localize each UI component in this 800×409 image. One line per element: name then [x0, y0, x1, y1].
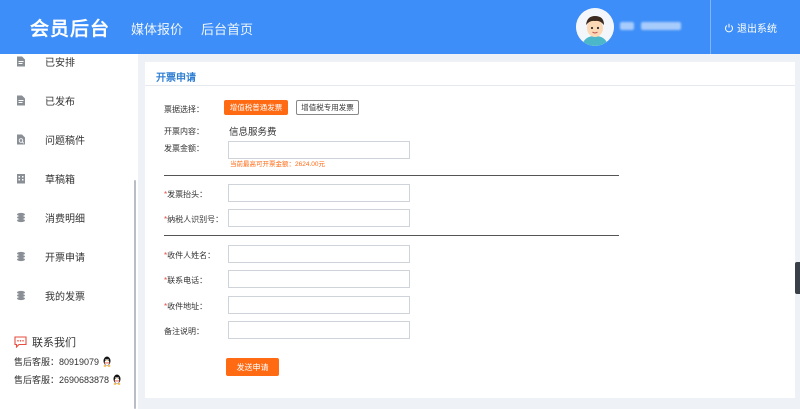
- avatar[interactable]: [576, 8, 614, 46]
- account-obscured: [641, 22, 681, 30]
- amount-hint: 当前最高可开票金额：2624.00元: [230, 161, 325, 168]
- sidebar-item-label: 已发布: [45, 96, 75, 108]
- invoice-type-normal-button[interactable]: 增值税普通发票: [224, 100, 288, 115]
- header-divider: [710, 0, 711, 54]
- chat-bubble-icon: [14, 336, 27, 348]
- invoice-type-special-button[interactable]: 增值税专用发票: [296, 100, 359, 115]
- coins-icon: [17, 290, 25, 300]
- building-icon: [17, 173, 25, 183]
- document-search-icon: [17, 134, 25, 144]
- nav-dashboard-home[interactable]: 后台首页: [201, 19, 253, 38]
- invoice-type-label: 票据选择：: [164, 105, 204, 114]
- invoice-content-label: 开票内容：: [164, 127, 204, 136]
- note-input[interactable]: [228, 321, 410, 339]
- side-tab-handle[interactable]: [795, 262, 800, 294]
- document-icon: [17, 56, 25, 66]
- sidebar-item-label: 草稿箱: [45, 174, 75, 186]
- contact-title: 联系我们: [14, 334, 134, 350]
- username-obscured: [620, 22, 634, 30]
- tax-id-label: *纳税人识别号：: [164, 215, 224, 224]
- contact-section: 联系我们 售后客服：80919079 售后客服：2690683878: [14, 334, 134, 386]
- nav-media-quote[interactable]: 媒体报价: [131, 19, 183, 38]
- contact-title-label: 联系我们: [32, 337, 76, 349]
- power-icon: [725, 23, 733, 32]
- section-divider-1: [164, 175, 619, 176]
- sidebar-item-label: 开票申请: [45, 252, 85, 264]
- support-qq-1: 售后客服：80919079: [14, 355, 134, 368]
- tax-id-input[interactable]: [228, 209, 410, 227]
- invoice-amount-input[interactable]: [228, 141, 410, 159]
- brand-title: 会员后台: [30, 19, 111, 40]
- support-qq-1-text: 售后客服：80919079: [14, 357, 100, 367]
- sidebar-item-label: 问题稿件: [45, 135, 85, 147]
- phone-input[interactable]: [228, 270, 410, 288]
- coins-icon: [17, 212, 25, 222]
- top-header: 会员后台 媒体报价 后台首页 退出系统: [0, 0, 800, 54]
- address-label: *收件地址：: [164, 302, 208, 311]
- recipient-name-label: *收件人姓名：: [164, 251, 216, 260]
- invoice-content-value: 信息服务费: [229, 127, 277, 138]
- section-divider-2: [164, 235, 619, 236]
- support-qq-2: 售后客服：2690683878: [14, 373, 134, 386]
- recipient-name-input[interactable]: [228, 245, 410, 263]
- sidebar-item-invoice-apply[interactable]: 开票申请: [0, 243, 138, 269]
- panel-title: 开票申请: [156, 73, 196, 84]
- submit-button[interactable]: 发送申请: [226, 358, 279, 376]
- panel-title-divider: [145, 85, 795, 86]
- support-qq-2-text: 售后客服：2690683878: [14, 375, 110, 385]
- coins-icon: [17, 251, 25, 261]
- qq-penguin-icon[interactable]: [102, 356, 112, 367]
- document-icon: [17, 95, 25, 105]
- invoice-form-panel: 开票申请 票据选择： 增值税普通发票 增值税专用发票 开票内容： 信息服务费 发…: [145, 62, 795, 398]
- note-label: 备注说明：: [164, 327, 204, 336]
- logout-label: 退出系统: [737, 24, 777, 35]
- qq-penguin-icon[interactable]: [112, 374, 122, 385]
- sidebar-item-my-invoices[interactable]: 我的发票: [0, 282, 138, 308]
- top-nav: 媒体报价 后台首页: [131, 19, 253, 38]
- address-input[interactable]: [228, 296, 410, 314]
- sidebar-item-drafts[interactable]: 草稿箱: [0, 165, 138, 191]
- logout-button[interactable]: 退出系统: [724, 20, 777, 35]
- sidebar-item-label: 已安排: [45, 57, 75, 69]
- invoice-amount-label: 发票金额：: [164, 144, 204, 153]
- sidebar-item-problem-drafts[interactable]: 问题稿件: [0, 126, 138, 152]
- sidebar-item-published[interactable]: 已发布: [0, 87, 138, 113]
- invoice-title-label: *发票抬头：: [164, 190, 208, 199]
- sidebar-item-label: 我的发票: [45, 291, 85, 303]
- sidebar-item-label: 消费明细: [45, 213, 85, 225]
- sidebar-item-scheduled[interactable]: 已安排: [0, 48, 138, 74]
- phone-label: *联系电话：: [164, 276, 208, 285]
- sidebar-scrollbar[interactable]: [134, 180, 136, 409]
- sidebar-item-consumption[interactable]: 消费明细: [0, 204, 138, 230]
- invoice-title-input[interactable]: [228, 184, 410, 202]
- sidebar: 已安排 已发布 问题稿件 草稿箱 消费明细 开票申请 我的发票 联系我们 售后客: [0, 54, 138, 409]
